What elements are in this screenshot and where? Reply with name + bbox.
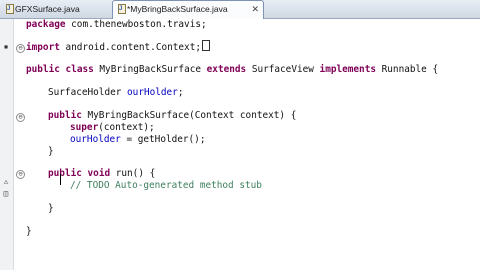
code-line-field[interactable]: SurfaceHolder ourHolder; [48, 86, 184, 99]
collapsed-imports-icon[interactable] [201, 40, 210, 51]
quick-fix-icon: ◫ [3, 189, 9, 198]
code-line-closing-brace[interactable]: } [48, 145, 54, 158]
editor-tab-bar: GFXSurface.java *MyBringBackSurface.java… [0, 0, 480, 19]
fold-toggle-icon[interactable]: ⊖ [16, 44, 25, 53]
code-line-assignment[interactable]: ourHolder = getHolder(); [70, 133, 205, 146]
code-line-package[interactable]: package com.thenewboston.travis; [26, 18, 207, 31]
tab-label: *MyBringBackSurface.java [127, 4, 228, 14]
java-file-icon [117, 1, 126, 18]
text-cursor [60, 174, 61, 185]
fold-toggle-icon[interactable]: ⊖ [16, 170, 25, 179]
editor-gutter: ▪ ⚠ ◫ [0, 19, 14, 270]
code-line-class-declaration[interactable]: public class MyBringBackSurface extends … [26, 63, 438, 76]
tab-label: GFXSurface.java [15, 4, 80, 14]
code-line-closing-brace[interactable]: } [48, 202, 54, 215]
code-line-import[interactable]: import android.content.Context; [26, 40, 210, 53]
warning-marker-icon: ⚠ [3, 177, 9, 186]
code-line-todo-comment[interactable]: // TODO Auto-generated method stub [70, 179, 262, 192]
java-file-icon [5, 1, 14, 17]
code-line-closing-brace[interactable]: } [26, 225, 32, 238]
tab-mybringbacksurface[interactable]: *MyBringBackSurface.java ✕ [112, 0, 264, 19]
bookmark-icon: ▪ [3, 42, 9, 51]
fold-toggle-icon[interactable]: ⊖ [16, 113, 25, 122]
close-tab-icon[interactable]: ✕ [251, 1, 259, 18]
tab-gfxsurface[interactable]: GFXSurface.java [2, 1, 80, 17]
